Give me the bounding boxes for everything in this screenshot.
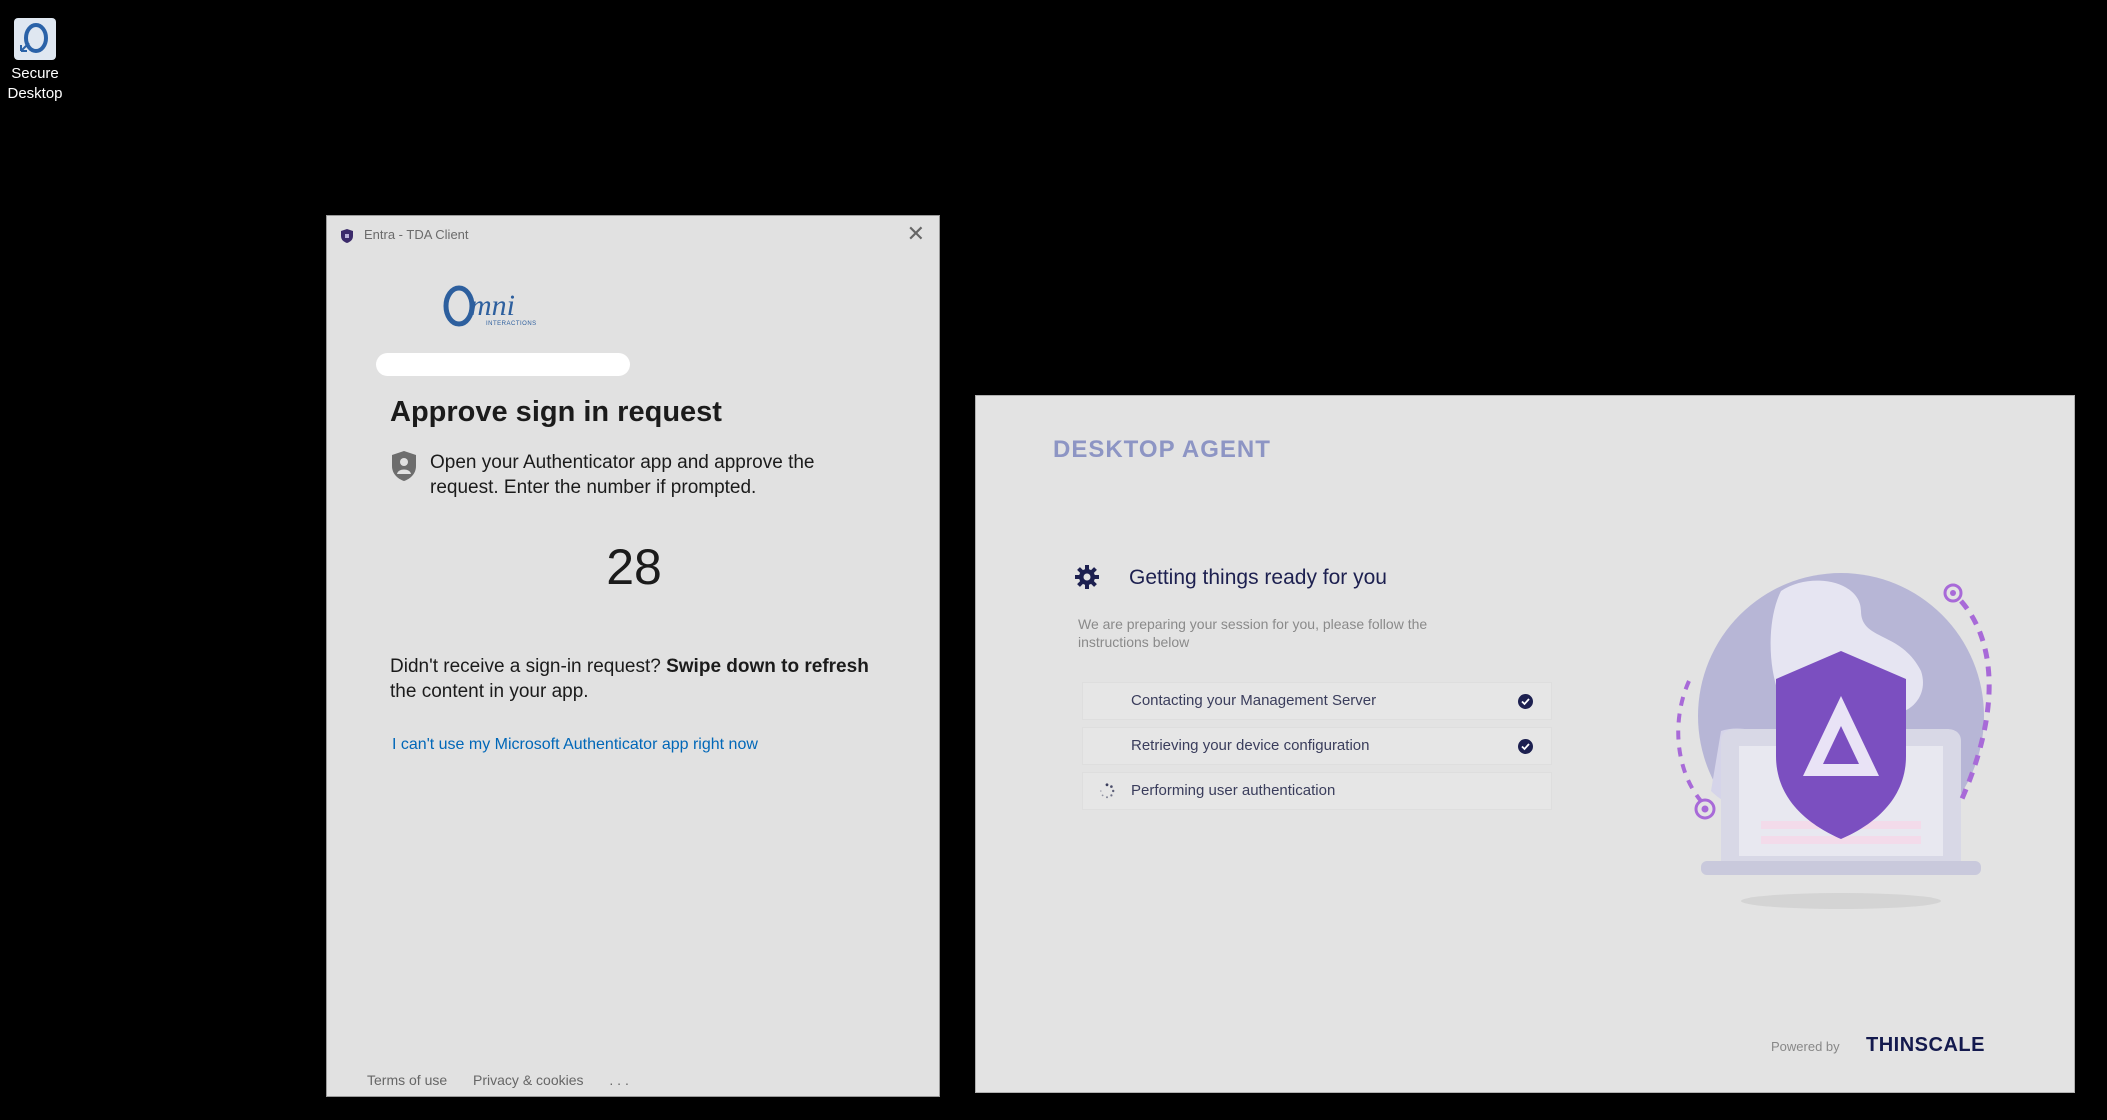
step-user-authentication: Performing user authentication <box>1082 772 1552 810</box>
authenticator-lock-icon <box>392 451 416 481</box>
page-title: Approve sign in request <box>390 396 722 428</box>
didnt-receive-text: Didn't receive a sign-in request? Swipe … <box>390 654 890 704</box>
omni-logo: mni INTERACTIONS <box>443 285 537 327</box>
svg-text:INTERACTIONS: INTERACTIONS <box>486 321 537 327</box>
desktop-agent-brand: DESKTOP AGENT <box>1053 436 1271 463</box>
step-label: Performing user authentication <box>1131 782 1336 799</box>
desktop-icon-label-line1: Secure <box>11 65 59 82</box>
app-shield-icon <box>341 229 353 243</box>
secure-desktop-icon <box>14 18 56 60</box>
more-options-button[interactable]: . . . <box>609 1072 628 1088</box>
desktop-agent-window: DESKTOP AGENT Getting things ready for y… <box>975 395 2075 1093</box>
step-contacting-server: Contacting your Management Server <box>1082 682 1552 720</box>
security-shield-illustration <box>1676 573 1992 909</box>
cant-use-authenticator-link[interactable]: I can't use my Microsoft Authenticator a… <box>392 736 758 754</box>
thinscale-logo: THINSCALE <box>1866 1034 1985 1056</box>
instruction-text: Open your Authenticator app and approve … <box>430 452 815 498</box>
powered-by-label: Powered by <box>1771 1039 1840 1054</box>
check-circle-icon <box>1518 739 1533 754</box>
agent-heading: Getting things ready for you <box>1129 566 1387 589</box>
didnt-receive-suffix: the content in your app. <box>390 681 589 702</box>
privacy-cookies-link[interactable]: Privacy & cookies <box>473 1072 583 1088</box>
swipe-refresh-emphasis: Swipe down to refresh <box>666 656 869 677</box>
redacted-account-email <box>376 353 630 376</box>
approval-number: 28 <box>606 539 662 595</box>
window-titlebar[interactable]: Entra - TDA Client ✕ <box>327 216 939 254</box>
didnt-receive-prefix: Didn't receive a sign-in request? <box>390 656 667 677</box>
secure-desktop-shortcut[interactable]: Secure Desktop <box>4 18 66 104</box>
gear-icon <box>1075 565 1099 589</box>
progress-steps: Contacting your Management Server Retrie… <box>1082 682 1552 817</box>
desktop-icon-label-line2: Desktop <box>7 85 63 102</box>
entra-footer: Terms of use Privacy & cookies . . . <box>367 1072 651 1088</box>
entra-signin-window: Entra - TDA Client ✕ mni INTERACTIONS Ap… <box>326 215 940 1097</box>
loading-spinner-icon <box>1100 783 1115 799</box>
terms-of-use-link[interactable]: Terms of use <box>367 1072 447 1088</box>
step-label: Contacting your Management Server <box>1131 692 1377 709</box>
close-icon[interactable]: ✕ <box>907 222 925 246</box>
svg-text:mni: mni <box>470 289 515 322</box>
step-retrieving-config: Retrieving your device configuration <box>1082 727 1552 765</box>
check-circle-icon <box>1518 694 1533 709</box>
agent-subtext: We are preparing your session for you, p… <box>1078 616 1428 650</box>
step-label: Retrieving your device configuration <box>1131 737 1370 754</box>
window-title: Entra - TDA Client <box>364 227 469 242</box>
